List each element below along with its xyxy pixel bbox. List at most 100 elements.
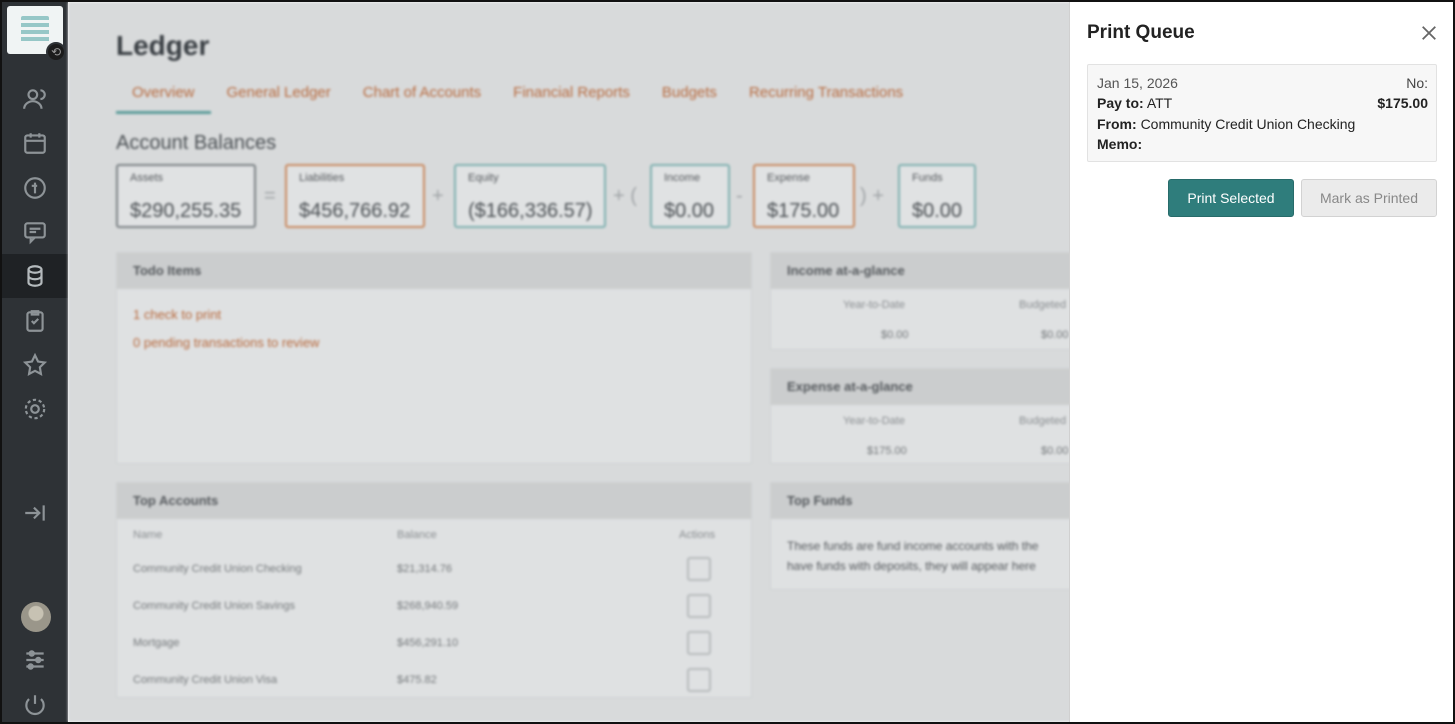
balance-label: Expense <box>767 172 810 184</box>
ledger-icon[interactable] <box>20 261 50 291</box>
operator: ) + <box>860 185 884 207</box>
payee-line: Pay to: ATT <box>1097 95 1172 111</box>
account-name: Community Credit Union Checking <box>133 563 302 575</box>
expense-header-ytd: Year-to-Date <box>843 415 905 427</box>
tab-budgets[interactable]: Budgets <box>646 82 733 114</box>
account-name: Mortgage <box>133 637 180 649</box>
top-funds-text-2: have funds with deposits, they will appe… <box>787 559 1036 573</box>
top-funds-panel: Top Funds These funds are fund income ac… <box>770 482 1090 590</box>
tab-financial-reports[interactable]: Financial Reports <box>497 82 646 114</box>
gear-icon[interactable] <box>20 394 50 424</box>
income-header-ytd: Year-to-Date <box>843 299 905 311</box>
operator: + ( <box>613 185 637 207</box>
balance-expense: Expense $175.00 <box>753 164 855 228</box>
account-action-button[interactable] <box>687 631 711 655</box>
power-icon[interactable] <box>20 690 50 720</box>
expense-header-budgeted: Budgeted <box>1019 415 1067 427</box>
page-title: Ledger <box>116 30 210 61</box>
col-balance: Balance <box>397 529 437 541</box>
calendar-icon[interactable] <box>20 128 50 158</box>
ledger-tabs: Overview General Ledger Chart of Account… <box>116 82 919 114</box>
account-balances-title: Account Balances <box>116 132 277 154</box>
from-line: From: Community Credit Union Checking <box>1097 116 1355 132</box>
balance-label: Assets <box>130 172 164 184</box>
income-budgeted-value: $0.00 <box>1041 329 1069 341</box>
print-queue-item[interactable]: Jan 15, 2026 No: Pay to: ATT $175.00 Fro… <box>1087 64 1437 162</box>
expense-panel: Expense at-a-glance Year-to-Date Budgete… <box>770 368 1090 464</box>
sliders-icon[interactable] <box>20 645 50 675</box>
balance-liabilities: Liabilities $456,766.92 <box>285 164 425 228</box>
logo-mark <box>21 16 49 44</box>
balance-income: Income $0.00 <box>650 164 730 228</box>
sidebar: ⟲ <box>2 2 68 722</box>
clipboard-icon[interactable] <box>20 306 50 336</box>
drawer-title: Print Queue <box>1087 22 1195 43</box>
account-name: Community Credit Union Savings <box>133 600 296 612</box>
tab-chart-of-accounts[interactable]: Chart of Accounts <box>347 82 497 114</box>
expense-budgeted-value: $0.00 <box>1041 445 1069 457</box>
balance-label: Equity <box>468 172 499 184</box>
balance-label: Income <box>664 172 701 184</box>
check-number-label: No: <box>1406 75 1428 91</box>
from-label: From: <box>1097 116 1137 132</box>
balance-equity: Equity ($166,336.57) <box>454 164 606 228</box>
print-selected-button[interactable]: Print Selected <box>1168 179 1294 217</box>
operator: + <box>432 185 444 207</box>
income-panel: Income at-a-glance Year-to-Date Budgeted… <box>770 252 1090 350</box>
collapse-icon[interactable] <box>20 498 50 528</box>
account-balance: $456,291.10 <box>397 637 459 649</box>
balance-label: Liabilities <box>299 172 345 184</box>
balance-value: $0.00 <box>912 200 963 222</box>
top-funds-text: These funds are fund income accounts wit… <box>787 539 1039 553</box>
donation-icon[interactable] <box>20 173 50 203</box>
todo-item-checks[interactable]: 1 check to print <box>133 307 221 322</box>
account-name: Community Credit Union Visa <box>133 674 278 686</box>
user-avatar[interactable] <box>21 602 51 632</box>
close-icon[interactable] <box>1416 20 1442 46</box>
payee-value: ATT <box>1146 95 1173 111</box>
top-accounts-panel: Top Accounts Name Balance Actions Commun… <box>116 482 752 698</box>
top-funds-title: Top Funds <box>771 483 1089 519</box>
col-actions: Actions <box>679 529 716 541</box>
check-date: Jan 15, 2026 <box>1097 75 1178 91</box>
balance-label: Funds <box>912 172 943 184</box>
star-icon[interactable] <box>20 350 50 380</box>
account-action-button[interactable] <box>687 594 711 618</box>
account-balance: $21,314.76 <box>397 563 453 575</box>
expense-ytd-value: $175.00 <box>867 445 907 457</box>
payee-label: Pay to: <box>1097 95 1144 111</box>
app-frame: ⟲ Ledger Overview General Ledger Chart o… <box>0 0 1455 724</box>
account-action-button[interactable] <box>687 557 711 581</box>
account-balance: $268,940.59 <box>397 600 459 612</box>
operator: = <box>264 185 276 207</box>
balance-value: $175.00 <box>767 200 840 222</box>
balance-assets: Assets $290,255.35 <box>116 164 256 228</box>
col-name: Name <box>133 529 163 541</box>
balance-value: $290,255.35 <box>130 200 242 222</box>
from-value: Community Credit Union Checking <box>1140 116 1356 132</box>
todo-title: Todo Items <box>117 253 751 289</box>
income-title: Income at-a-glance <box>771 253 1089 289</box>
mark-as-printed-button[interactable]: Mark as Printed <box>1301 179 1437 217</box>
operator: - <box>736 185 743 207</box>
print-queue-drawer: Print Queue Jan 15, 2026 No: Pay to: ATT… <box>1069 2 1453 722</box>
todo-panel: Todo Items 1 check to print 0 pending tr… <box>116 252 752 464</box>
people-icon[interactable] <box>20 84 50 114</box>
tab-overview[interactable]: Overview <box>116 82 211 114</box>
memo-label: Memo: <box>1097 136 1143 152</box>
tab-general-ledger[interactable]: General Ledger <box>211 82 347 114</box>
top-accounts-title: Top Accounts <box>117 483 751 519</box>
history-icon[interactable]: ⟲ <box>46 42 66 62</box>
check-amount: $175.00 <box>1377 95 1428 111</box>
todo-item-pending[interactable]: 0 pending transactions to review <box>133 335 319 350</box>
account-action-button[interactable] <box>687 668 711 692</box>
income-ytd-value: $0.00 <box>881 329 909 341</box>
balance-value: ($166,336.57) <box>468 200 593 222</box>
tab-recurring-transactions[interactable]: Recurring Transactions <box>733 82 919 114</box>
balance-value: $456,766.92 <box>299 200 411 222</box>
account-balance: $475.82 <box>397 674 437 686</box>
balance-funds: Funds $0.00 <box>898 164 976 228</box>
chat-icon[interactable] <box>20 217 50 247</box>
balance-value: $0.00 <box>664 200 715 222</box>
expense-title: Expense at-a-glance <box>771 369 1089 405</box>
